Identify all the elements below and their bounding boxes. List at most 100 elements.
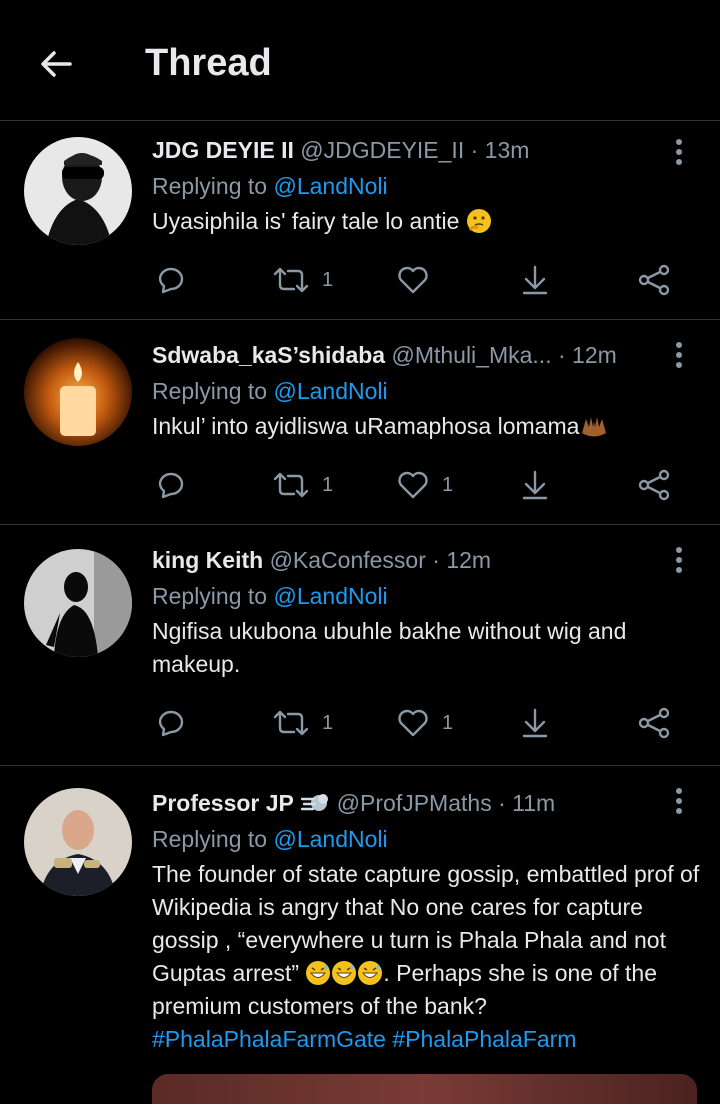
reply-button[interactable]: [154, 467, 188, 503]
timestamp[interactable]: 12m: [446, 547, 491, 573]
download-icon: [522, 708, 548, 738]
separator-dot: ·: [557, 342, 566, 368]
tweet-actions: 1 1: [152, 467, 700, 503]
hashtag-link[interactable]: #PhalaPhalaFarm: [392, 1026, 576, 1052]
grinning-sweat-icon: [358, 961, 383, 985]
reply-button[interactable]: [154, 262, 188, 298]
timestamp[interactable]: 13m: [485, 137, 530, 163]
replying-to: Replying to @LandNoli: [152, 824, 700, 854]
page-title: Thread: [145, 42, 272, 84]
share-button[interactable]: [636, 705, 672, 741]
tweet-text: Uyasiphila is' fairy tale lo antie: [152, 205, 700, 238]
replying-to: Replying to @LandNoli: [152, 171, 700, 201]
retweet-count: 1: [322, 268, 334, 291]
like-count: 1: [442, 711, 454, 734]
download-icon: [522, 265, 548, 295]
tweet-actions: 1 1: [152, 705, 700, 741]
back-arrow-icon[interactable]: [36, 44, 76, 84]
timestamp[interactable]: 12m: [572, 342, 617, 368]
tweet-text-body: Uyasiphila is' fairy tale lo antie: [152, 208, 460, 234]
display-name[interactable]: Professor JP: [152, 790, 294, 816]
username[interactable]: @ProfJPMaths: [337, 790, 492, 816]
reply-icon: [158, 267, 184, 294]
share-icon: [638, 264, 670, 296]
tweet-text: Ngifisa ukubona ubuhle bakhe without wig…: [152, 618, 627, 677]
display-name[interactable]: Sdwaba_kaS’shidaba: [152, 342, 385, 368]
replying-label: Replying to: [152, 826, 268, 852]
retweet-button[interactable]: 1: [272, 262, 333, 298]
like-count: 1: [442, 473, 454, 496]
replying-to: Replying to @LandNoli: [152, 581, 700, 611]
avatar[interactable]: [24, 338, 132, 446]
tweet-text: Inkul’ into ayidliswa uRamaphosa lomama: [152, 410, 700, 443]
separator-dot: ·: [470, 137, 479, 163]
media-preview[interactable]: [152, 1074, 697, 1104]
tweet-header: king Keith @KaConfessor · 12m: [152, 545, 700, 575]
heart-icon: [398, 266, 428, 294]
retweet-icon: [273, 267, 309, 293]
display-name[interactable]: king Keith: [152, 547, 263, 573]
retweet-icon: [273, 472, 309, 498]
mention-link[interactable]: @LandNoli: [273, 826, 387, 852]
retweet-count: 1: [322, 473, 334, 496]
tweet[interactable]: JDG DEYIE II @JDGDEYIE_II · 13m Replying…: [0, 121, 720, 320]
heart-icon: [398, 709, 428, 737]
share-icon: [638, 707, 670, 739]
download-icon: [522, 470, 548, 500]
download-button[interactable]: [518, 467, 552, 503]
reply-button[interactable]: [154, 705, 188, 741]
more-options-icon[interactable]: [676, 547, 684, 577]
share-button[interactable]: [636, 262, 672, 298]
username[interactable]: @JDGDEYIE_II: [300, 137, 464, 163]
download-button[interactable]: [518, 705, 552, 741]
more-options-icon[interactable]: [676, 342, 684, 372]
tweet[interactable]: king Keith @KaConfessor · 12m Replying t…: [0, 525, 720, 766]
top-bar: Thread: [0, 0, 720, 121]
retweet-count: 1: [322, 711, 334, 734]
tweet[interactable]: Professor JP @ProfJPMaths · 11m Replying…: [0, 766, 720, 1088]
like-button[interactable]: 1: [396, 705, 453, 741]
like-button[interactable]: 1: [396, 467, 453, 503]
tweet-text: The founder of state capture gossip, emb…: [152, 858, 700, 1056]
avatar[interactable]: [24, 137, 132, 245]
display-name[interactable]: JDG DEYIE II: [152, 137, 294, 163]
replying-label: Replying to: [152, 173, 268, 199]
username[interactable]: @KaConfessor: [270, 547, 426, 573]
download-button[interactable]: [518, 262, 552, 298]
reply-icon: [158, 472, 184, 499]
avatar[interactable]: [24, 788, 132, 896]
timestamp[interactable]: 11m: [512, 790, 555, 816]
reply-icon: [158, 710, 184, 737]
separator-dot: ·: [498, 790, 506, 816]
grinning-sweat-icon: [332, 961, 357, 985]
retweet-button[interactable]: 1: [272, 467, 333, 503]
mention-link[interactable]: @LandNoli: [273, 173, 387, 199]
more-options-icon[interactable]: [676, 139, 684, 169]
mention-link[interactable]: @LandNoli: [273, 378, 387, 404]
thinking-face-icon: [466, 209, 491, 233]
tweet[interactable]: Sdwaba_kaS’shidaba @Mthuli_Mka... · 12m …: [0, 320, 720, 525]
dashing-away-icon: [301, 794, 329, 811]
separator-dot: ·: [432, 547, 440, 573]
grinning-sweat-icon: [306, 961, 331, 985]
replying-label: Replying to: [152, 378, 268, 404]
avatar[interactable]: [24, 549, 132, 657]
tweet-header: Professor JP @ProfJPMaths · 11m: [152, 788, 700, 818]
username[interactable]: @Mthuli_Mka...: [391, 342, 551, 368]
share-button[interactable]: [636, 467, 672, 503]
tweet-actions: 1: [152, 262, 700, 298]
hashtag-link[interactable]: #PhalaPhalaFarmGate: [152, 1026, 386, 1052]
tweet-header: JDG DEYIE II @JDGDEYIE_II · 13m: [152, 135, 700, 165]
retweet-icon: [273, 710, 309, 736]
tweet-header: Sdwaba_kaS’shidaba @Mthuli_Mka... · 12m: [152, 340, 700, 370]
retweet-button[interactable]: 1: [272, 705, 333, 741]
replying-label: Replying to: [152, 583, 268, 609]
mention-link[interactable]: @LandNoli: [273, 583, 387, 609]
tweet-text-body: Inkul’ into ayidliswa uRamaphosa lomama: [152, 413, 580, 439]
like-button[interactable]: [396, 262, 430, 298]
share-icon: [638, 469, 670, 501]
more-options-icon[interactable]: [676, 788, 684, 818]
heart-icon: [398, 471, 428, 499]
raising-hands-icon: [582, 417, 607, 437]
replying-to: Replying to @LandNoli: [152, 376, 700, 406]
